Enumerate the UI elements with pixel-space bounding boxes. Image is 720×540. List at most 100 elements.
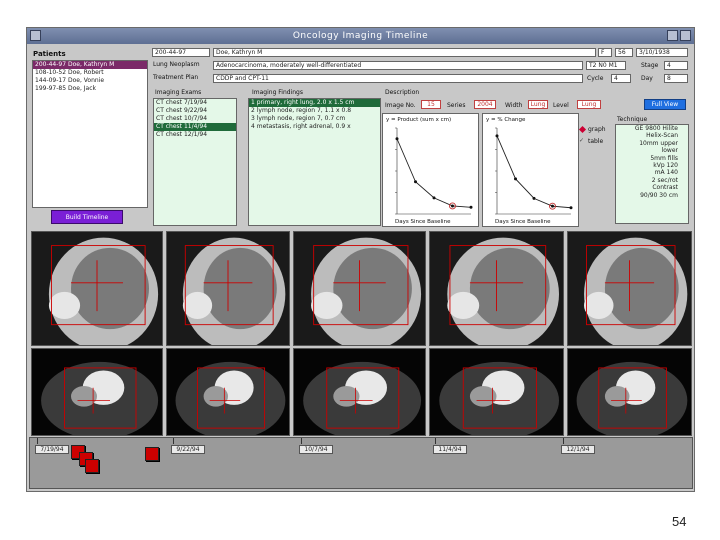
- chart-title: y = Product (sum x cm): [386, 117, 451, 123]
- list-item[interactable]: 1 primary, right lung, 2.0 x 1.5 cm: [249, 99, 380, 107]
- timeline-event-marker-icon[interactable]: [145, 447, 159, 461]
- window-title: Oncology Imaging Timeline: [292, 31, 429, 41]
- mediastinum-ct-image[interactable]: [31, 348, 163, 436]
- findings-list[interactable]: 1 primary, right lung, 2.0 x 1.5 cm 2 lym…: [248, 98, 381, 226]
- description-label: Description: [385, 89, 420, 96]
- data-point[interactable]: [451, 204, 454, 208]
- patients-list[interactable]: 200-44-97 Doe, Kathryn M 108-10-52 Doe, R…: [32, 60, 148, 208]
- list-item[interactable]: CT chest 7/19/94: [154, 99, 236, 107]
- exams-list[interactable]: CT chest 7/19/94 CT chest 9/22/94 CT chest…: [153, 98, 237, 226]
- birthdate-field[interactable]: 3/10/1938: [636, 48, 688, 57]
- data-point[interactable]: [414, 180, 417, 184]
- chart-xlabel: Days Since Baseline: [495, 219, 551, 225]
- timeline-date-label[interactable]: 12/1/94: [561, 445, 595, 454]
- timeline-date-label[interactable]: 9/22/94: [171, 445, 205, 454]
- chart-product-svg: y = Product (sum x cm) Days Since Baseli…: [386, 117, 473, 225]
- timeline-date-label[interactable]: 7/19/94: [35, 445, 69, 454]
- timeline-event-marker-icon[interactable]: [85, 459, 99, 473]
- data-point[interactable]: [569, 206, 573, 210]
- list-item[interactable]: CT chest 12/1/94: [154, 131, 236, 139]
- page-number: 54: [672, 514, 687, 529]
- mediastinum-ct-image[interactable]: [293, 348, 426, 436]
- data-point[interactable]: [532, 196, 536, 200]
- patients-label: Patients: [33, 50, 66, 58]
- table-option-label[interactable]: table: [588, 138, 603, 145]
- window-menu-button[interactable]: [30, 30, 41, 41]
- image-no-label: Image No.: [385, 102, 416, 109]
- list-item[interactable]: 200-44-97 Doe, Kathryn M: [33, 61, 147, 69]
- technique-line: 90/90 30 cm: [640, 191, 678, 199]
- graph-radio-icon[interactable]: [578, 125, 587, 134]
- list-item[interactable]: 3 lymph node, region 7, 0.7 cm: [249, 115, 380, 123]
- mediastinum-ct-image[interactable]: [429, 348, 564, 436]
- series-field[interactable]: 2004: [474, 100, 496, 109]
- timeline-tick: [435, 438, 436, 444]
- full-view-button[interactable]: Full View: [644, 99, 686, 110]
- tumor-field[interactable]: Adenocarcinoma, moderately well-differen…: [213, 61, 583, 70]
- exams-label: Imaging Exams: [155, 89, 202, 96]
- timeline-date-label[interactable]: 11/4/94: [433, 445, 467, 454]
- image-no-field[interactable]: 15: [421, 100, 441, 109]
- treatment-field[interactable]: CDDP and CPT-11: [213, 74, 583, 83]
- stage-label: Stage: [641, 62, 659, 69]
- technique-line: lower: [661, 147, 678, 155]
- list-item[interactable]: CT chest 11/4/94: [154, 123, 236, 131]
- sex-field[interactable]: F: [598, 48, 612, 57]
- minimize-button[interactable]: [667, 30, 678, 41]
- list-item[interactable]: 2 lymph node, region 7, 1.1 x 0.8: [249, 107, 380, 115]
- data-point[interactable]: [514, 177, 517, 181]
- stage-field[interactable]: 4: [664, 61, 688, 70]
- chart-percent: y = % Change Days Since Baseline: [482, 113, 579, 227]
- technique-line: mA 140: [654, 169, 678, 177]
- window-titlebar[interactable]: Oncology Imaging Timeline: [27, 28, 694, 44]
- chart-percent-svg: y = % Change Days Since Baseline: [486, 117, 573, 225]
- lung-ct-image[interactable]: [31, 231, 163, 346]
- list-item[interactable]: 144-09-17 Doe, Vonnie: [33, 77, 147, 85]
- findings-label: Imaging Findings: [252, 89, 303, 96]
- tumor-label: Lung Neoplasm: [153, 61, 200, 68]
- lung-ct-image[interactable]: [429, 231, 564, 346]
- maximize-button[interactable]: [680, 30, 691, 41]
- technique-line: 2 sec/rot: [651, 176, 678, 184]
- data-point[interactable]: [495, 134, 499, 138]
- build-timeline-button[interactable]: Build Timeline: [51, 210, 123, 224]
- mediastinum-ct-image[interactable]: [567, 348, 692, 436]
- graph-option-label[interactable]: graph: [588, 126, 606, 133]
- chart-title: y = % Change: [486, 117, 526, 123]
- list-item[interactable]: 4 metastasis, right adrenal, 0.9 x: [249, 123, 380, 131]
- data-point[interactable]: [395, 137, 399, 141]
- check-icon[interactable]: ✓: [579, 137, 584, 144]
- list-item[interactable]: 199-97-85 Doe, Jack: [33, 85, 147, 93]
- mediastinum-ct-image[interactable]: [166, 348, 290, 436]
- lung-ct-image[interactable]: [166, 231, 290, 346]
- technique-list: GE 9800 Hilite Helix-Scan 10mm upper lower 5…: [615, 124, 689, 224]
- data-point[interactable]: [469, 205, 473, 209]
- tnm-field[interactable]: T2 N0 M1: [586, 61, 626, 70]
- chart-axis: [396, 128, 471, 215]
- technique-label: Technique: [617, 116, 648, 123]
- timeline-tick: [173, 438, 174, 444]
- cycle-label: Cycle: [587, 75, 604, 82]
- width-label: Width: [505, 102, 523, 109]
- cycle-field[interactable]: 4: [611, 74, 631, 83]
- technique-line: GE 9800 Hilite: [634, 125, 678, 132]
- level-field[interactable]: Lung: [577, 100, 601, 109]
- list-item[interactable]: CT chest 10/7/94: [154, 115, 236, 123]
- list-item[interactable]: 108-10-52 Doe, Robert: [33, 69, 147, 77]
- day-label: Day: [641, 75, 653, 82]
- patient-name-field[interactable]: Doe, Kathryn M: [213, 48, 596, 57]
- list-item[interactable]: CT chest 9/22/94: [154, 107, 236, 115]
- timeline-tick: [37, 438, 38, 444]
- lung-ct-image[interactable]: [293, 231, 426, 346]
- day-field[interactable]: 8: [664, 74, 688, 83]
- technique-line: kVp 120: [653, 162, 678, 170]
- timeline-date-label[interactable]: 10/7/94: [299, 445, 333, 454]
- technique-line: 5mm fills: [650, 154, 678, 162]
- lung-ct-image[interactable]: [567, 231, 692, 346]
- treatment-label: Treatment Plan: [153, 74, 199, 81]
- data-point[interactable]: [432, 196, 436, 200]
- mrn-field[interactable]: 200-44-97: [152, 48, 210, 57]
- width-field[interactable]: Lung: [528, 100, 548, 109]
- age-field[interactable]: 56: [615, 48, 633, 57]
- data-point[interactable]: [551, 204, 554, 208]
